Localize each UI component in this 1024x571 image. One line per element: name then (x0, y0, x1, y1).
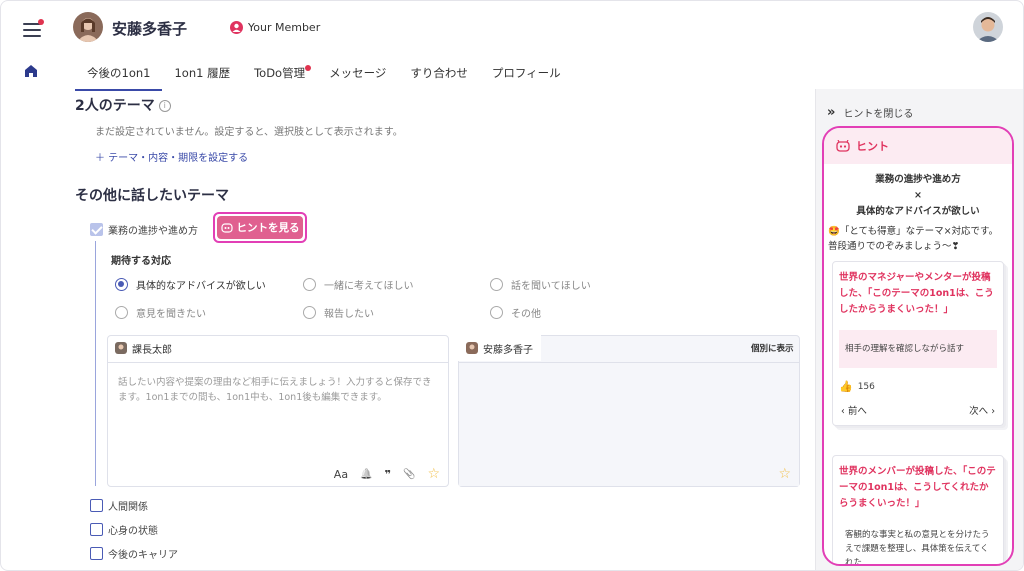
indent-line (95, 241, 96, 486)
attach-icon[interactable]: 📎 (403, 469, 415, 480)
tab-upcoming-1on1[interactable]: 今後の1on1 (75, 61, 163, 91)
hint-icon (836, 140, 850, 152)
tab-bar: 今後の1on1 1on1 履歴 ToDo管理 メッセージ すり合わせ プロフィー… (75, 61, 573, 91)
tab-profile[interactable]: プロフィール (480, 61, 573, 91)
thumbs-up-icon[interactable]: 👍 (839, 380, 853, 393)
hint-header: ヒント (824, 128, 1012, 164)
checkbox[interactable] (90, 223, 103, 236)
hint-highlight: ヒント 業務の進捗や進め方 × 具体的なアドバイスが欲しい 🤩「とても得意」なテ… (822, 126, 1014, 566)
note-placeholder: 話したい内容や提案の理由など相手に伝えましょう！入力すると保存できます。1on1… (118, 377, 432, 403)
theme-section-title: 2人のテーマ i (75, 95, 171, 115)
topic-wellbeing[interactable]: 心身の状態 (90, 522, 158, 537)
boss-note-input[interactable]: 話したい内容や提案の理由など相手に伝えましょう！入力すると保存できます。1on1… (108, 362, 448, 486)
double-chevron-icon: » (827, 105, 836, 120)
hint-topic: 業務の進捗や進め方 × 具体的なアドバイスが欲しい (856, 174, 980, 217)
radio-concrete-advice[interactable]: 具体的なアドバイスが欲しい (115, 277, 266, 292)
radio-report[interactable]: 報告したい (303, 305, 374, 320)
user-name: 安藤多香子 (112, 20, 188, 38)
bell-icon[interactable]: 🔔 (360, 469, 372, 480)
star-icon[interactable]: ☆ (778, 466, 791, 482)
tab-alignment[interactable]: すり合わせ (398, 61, 480, 91)
boss-card-tab: 課長太郎 (107, 335, 180, 361)
boss-note-card: 課長太郎 話したい内容や提案の理由など相手に伝えましょう！入力すると保存できます… (107, 335, 449, 487)
star-icon[interactable]: ☆ (427, 466, 440, 482)
add-theme-link[interactable]: ＋ テーマ・内容・期限を設定する (95, 149, 248, 164)
tab-messages[interactable]: メッセージ (317, 61, 398, 91)
post-title: 世界のメンバーが投稿した、「このテーマの1on1は、こうしてくれたからうまくいっ… (839, 466, 996, 509)
smile-icon: 🤩 (828, 226, 840, 237)
quote-icon[interactable]: ❞ (385, 468, 391, 481)
other-section-title: その他に話したいテーマ (75, 188, 229, 204)
hint-post-card-2: 世界のメンバーが投稿した、「このテーマの1on1は、こうしてくれたからうまくいっ… (832, 455, 1004, 564)
expect-label: 期待する対応 (111, 256, 171, 267)
editor-toolbar: Aa 🔔 ❞ 📎 ☆ (334, 466, 440, 482)
tab-todo[interactable]: ToDo管理 (242, 61, 317, 91)
topic-work-progress[interactable]: 業務の進捗や進め方 (90, 222, 198, 237)
member-badge: Your Member (230, 21, 320, 34)
menu-icon[interactable] (23, 19, 44, 37)
notification-dot (38, 19, 44, 25)
close-hint-button[interactable]: » ヒントを閉じる (827, 105, 913, 120)
radio-listen[interactable]: 話を聞いてほしい (490, 277, 591, 292)
app-window: 安藤多香子 Your Member 今後の1on1 1on1 履歴 ToDo管理… (0, 0, 1024, 571)
user-icon (230, 21, 243, 34)
avatar[interactable] (73, 12, 103, 42)
font-icon[interactable]: Aa (334, 468, 348, 481)
todo-badge (305, 65, 312, 71)
post-title: 世界のマネジャーやメンターが投稿した、「このテーマの1on1は、こうしたからうま… (839, 272, 994, 315)
hint-icon (220, 223, 233, 233)
hint-message: 🤩「とても得意」なテーマ×対応です。普段通りでのぞみましょう〜❣ (828, 226, 999, 252)
radio-other[interactable]: その他 (490, 305, 541, 320)
checkbox[interactable] (90, 547, 103, 560)
view-hint-button[interactable]: ヒントを見る (217, 216, 303, 239)
next-button[interactable]: 次へ › (969, 403, 995, 417)
prev-button[interactable]: ‹ 前へ (841, 403, 867, 417)
post-nav: ‹ 前へ 次へ › (833, 393, 1003, 425)
checkbox[interactable] (90, 499, 103, 512)
post-quote: 相手の理解を確認しながら話す (839, 330, 997, 368)
my-avatar[interactable] (973, 12, 1003, 42)
topic-career[interactable]: 今後のキャリア (90, 546, 178, 561)
hint-button-highlight: ヒントを見る (213, 212, 307, 243)
radio-think-together[interactable]: 一緒に考えてほしい (303, 277, 414, 292)
likes: 👍 156 (839, 380, 875, 393)
member-avatar (466, 342, 478, 354)
home-icon[interactable] (23, 63, 39, 79)
checkbox[interactable] (90, 523, 103, 536)
member-note-card: 安藤多香子 ☆ (458, 335, 800, 487)
radio-get-opinion[interactable]: 意見を聞きたい (115, 305, 206, 320)
separate-view-toggle[interactable]: 個別に表示 (751, 342, 794, 354)
post-quote: 客観的な事実と私の意見とを分けたうえで課題を整理し、具体策を伝えてくれた (839, 524, 997, 564)
hint-post-card: 世界のマネジャーやメンターが投稿した、「このテーマの1on1は、こうしたからうま… (832, 261, 1004, 426)
theme-note: まだ設定されていません。設定すると、選択肢として表示されます。 (95, 127, 403, 138)
topic-relationships[interactable]: 人間関係 (90, 498, 148, 513)
info-icon[interactable]: i (158, 100, 171, 112)
tab-1on1-history[interactable]: 1on1 履歴 (162, 61, 242, 91)
left-rail (1, 1, 59, 570)
member-toolbar: ☆ (778, 466, 791, 482)
boss-avatar (115, 342, 127, 354)
member-card-tab: 安藤多香子 (458, 335, 541, 361)
member-note-area: ☆ (459, 362, 799, 486)
member-label: Your Member (248, 21, 321, 34)
